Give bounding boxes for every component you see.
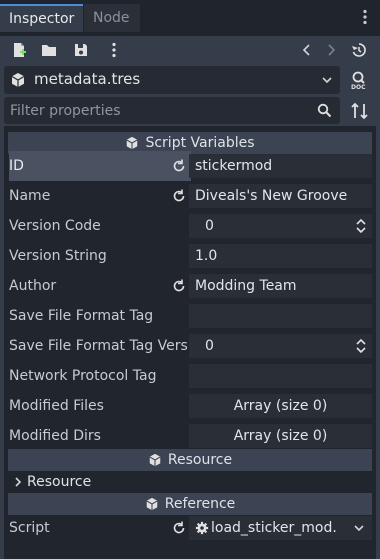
spin-arrows-icon[interactable] [356, 338, 366, 354]
property-value: stickermod [195, 158, 273, 174]
dock-menu-icon[interactable] [358, 9, 372, 25]
resource-selector[interactable]: metadata.tres [4, 66, 340, 94]
property-name[interactable]: Name Diveals's New Groove [8, 181, 372, 211]
save-file-format-tag-version-spinbox[interactable]: 0 [189, 334, 372, 358]
property-value: 0 [205, 218, 214, 234]
property-modified-dirs[interactable]: Modified Dirs Array (size 0) [8, 421, 372, 451]
property-label: Modified Dirs [9, 428, 101, 444]
resource-name: metadata.tres [34, 70, 141, 88]
resource-cube-icon [148, 453, 162, 467]
filter-properties-field [4, 97, 340, 124]
property-version-string[interactable]: Version String 1.0 [8, 241, 372, 271]
save-icon[interactable] [73, 42, 89, 58]
section-title: Reference [164, 496, 236, 512]
name-field[interactable]: Diveals's New Groove [189, 184, 372, 208]
version-code-spinbox[interactable]: 0 [189, 214, 372, 238]
gear-icon [195, 521, 209, 535]
section-reference[interactable]: Reference [8, 493, 372, 515]
doc-search-icon[interactable]: DOC [350, 70, 370, 90]
property-value: Diveals's New Groove [195, 188, 348, 204]
reference-cube-icon [145, 497, 159, 511]
property-version-code[interactable]: Version Code 0 [8, 211, 372, 241]
revert-icon[interactable] [171, 520, 187, 536]
inspector-properties-panel: Script Variables ID stickermod Name Dive… [4, 126, 376, 559]
resource-cube-icon [11, 73, 25, 87]
revert-icon[interactable] [171, 188, 187, 204]
search-icon [317, 103, 332, 118]
forward-arrow-icon[interactable] [323, 42, 339, 58]
back-arrow-icon[interactable] [299, 42, 315, 58]
modified-dirs-array-button[interactable]: Array (size 0) [189, 424, 372, 448]
history-icon[interactable] [351, 42, 367, 58]
spin-arrows-icon[interactable] [356, 218, 366, 234]
author-field[interactable]: Modding Team [189, 274, 372, 298]
id-field[interactable]: stickermod [189, 154, 372, 178]
property-script[interactable]: Script load_sticker_mod. [8, 513, 372, 543]
inspector-toolbar [0, 36, 380, 64]
dock-tab-bar: Inspector Node [0, 0, 380, 36]
chevron-down-icon[interactable] [354, 524, 364, 532]
property-value: 1.0 [195, 248, 218, 264]
property-id[interactable]: ID stickermod [8, 151, 372, 181]
script-cube-icon [125, 136, 139, 150]
property-label: Save File Format Tag [9, 308, 154, 324]
property-save-file-format-tag-version[interactable]: Save File Format Tag Versi 0 [8, 331, 372, 361]
property-label: Version Code [9, 218, 101, 234]
property-save-file-format-tag[interactable]: Save File Format Tag [8, 301, 372, 331]
more-vertical-icon[interactable] [106, 42, 122, 58]
section-title: Script Variables [145, 135, 255, 151]
property-label: Name [9, 188, 51, 204]
network-protocol-tag-field[interactable] [189, 364, 372, 388]
sort-options-icon[interactable] [350, 101, 370, 121]
resource-group-label: Resource [27, 474, 92, 490]
property-value: Modding Team [195, 278, 297, 294]
chevron-right-icon [15, 477, 22, 487]
property-label: Modified Files [9, 398, 104, 414]
section-title: Resource [167, 452, 233, 468]
property-label: Network Protocol Tag [9, 368, 157, 384]
section-resource[interactable]: Resource [8, 449, 372, 471]
tab-inspector[interactable]: Inspector [0, 4, 83, 32]
property-label: ID [9, 151, 191, 181]
chevron-down-icon [322, 77, 332, 84]
property-modified-files[interactable]: Modified Files Array (size 0) [8, 391, 372, 421]
property-label: Version String [9, 248, 107, 264]
property-value: 0 [205, 338, 214, 354]
property-value: Array (size 0) [233, 398, 328, 414]
property-value: Array (size 0) [233, 428, 328, 444]
save-file-format-tag-field[interactable] [189, 304, 372, 328]
resource-group-collapsed[interactable]: Resource [8, 471, 372, 493]
tab-node[interactable]: Node [84, 4, 140, 32]
property-label: Save File Format Tag Versi [9, 338, 189, 354]
svg-text:DOC: DOC [351, 84, 366, 90]
property-label: Script [9, 520, 50, 536]
script-value: load_sticker_mod. [211, 520, 337, 536]
open-folder-icon[interactable] [41, 42, 57, 58]
revert-icon[interactable] [171, 278, 187, 294]
script-resource-picker[interactable]: load_sticker_mod. [189, 516, 372, 540]
property-label: Author [9, 278, 57, 294]
property-author[interactable]: Author Modding Team [8, 271, 372, 301]
filter-properties-input[interactable] [4, 97, 314, 124]
revert-icon[interactable] [171, 158, 187, 174]
modified-files-array-button[interactable]: Array (size 0) [189, 394, 372, 418]
version-string-field[interactable]: 1.0 [189, 244, 372, 268]
new-resource-icon[interactable] [11, 42, 27, 58]
property-network-protocol-tag[interactable]: Network Protocol Tag [8, 361, 372, 391]
